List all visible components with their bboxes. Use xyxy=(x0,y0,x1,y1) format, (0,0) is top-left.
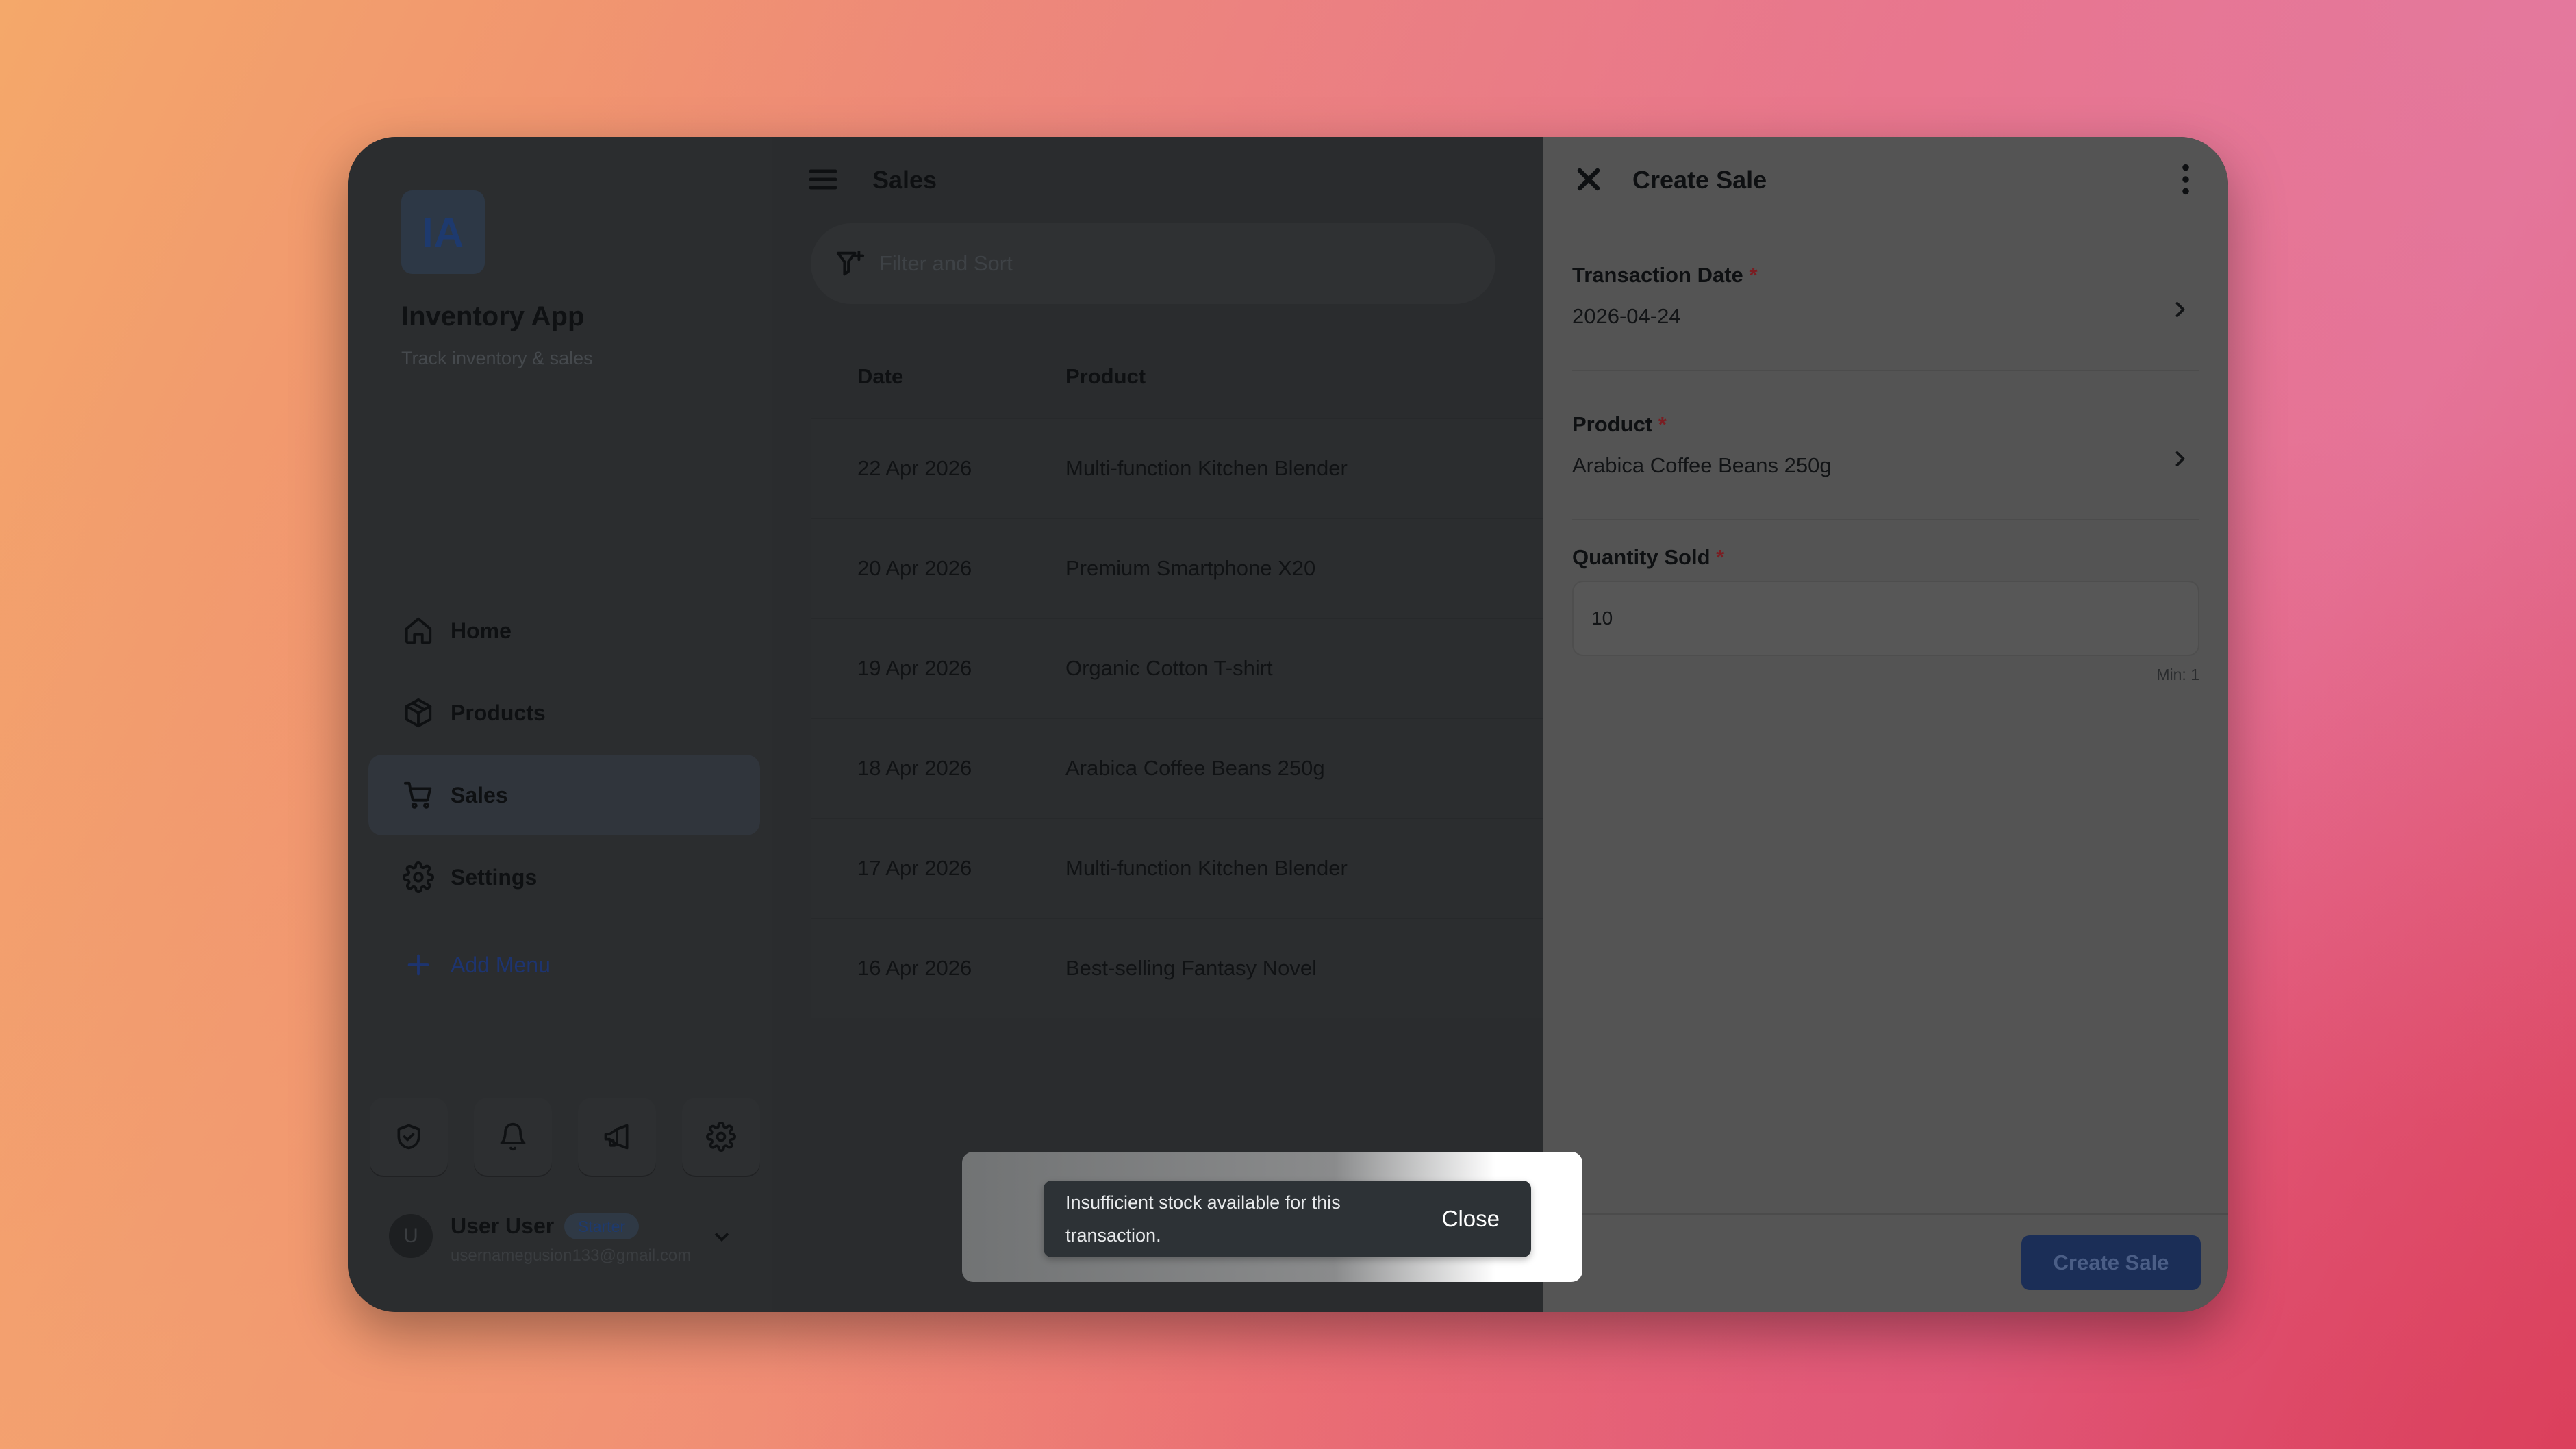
megaphone-icon xyxy=(604,1124,629,1150)
row-date: 16 Apr 2026 xyxy=(857,956,972,980)
avatar[interactable]: U xyxy=(389,1214,433,1258)
create-sale-button[interactable]: Create Sale xyxy=(2021,1235,2201,1290)
app-window: IA Inventory App Track inventory & sales… xyxy=(348,137,2228,1312)
required-mark: * xyxy=(1716,545,1725,569)
divider xyxy=(1572,370,2199,371)
page-title: Sales xyxy=(872,166,937,194)
snackbar-close-button[interactable]: Close xyxy=(1438,1181,1504,1257)
filter-input[interactable] xyxy=(878,251,1360,277)
app-name: Inventory App xyxy=(401,301,585,331)
error-snackbar: Insufficient stock available for this tr… xyxy=(1044,1181,1531,1257)
quantity-hint: Min: 1 xyxy=(2156,666,2199,683)
chevron-right-icon[interactable] xyxy=(2168,446,2193,471)
user-name: User User xyxy=(451,1213,555,1238)
menu-icon[interactable] xyxy=(807,163,839,196)
app-logo: IA xyxy=(401,190,485,274)
row-date: 17 Apr 2026 xyxy=(857,856,972,880)
box-icon xyxy=(401,696,435,730)
gear-icon xyxy=(401,860,435,894)
column-header-date[interactable]: Date xyxy=(811,364,1065,389)
product-field[interactable]: Arabica Coffee Beans 250g xyxy=(1572,453,1832,478)
sidebar-item-label: Home xyxy=(451,618,512,643)
sidebar-item-home[interactable]: Home xyxy=(368,590,760,671)
transaction-date-label-text: Transaction Date xyxy=(1572,263,1743,287)
row-date: 22 Apr 2026 xyxy=(857,456,972,480)
snackbar-message: Insufficient stock available for this tr… xyxy=(1065,1192,1341,1246)
sidebar-item-label: Products xyxy=(451,700,546,725)
sidebar-item-products[interactable]: Products xyxy=(368,672,760,753)
filter-icon xyxy=(836,250,865,276)
add-menu-label: Add Menu xyxy=(451,952,551,977)
transaction-date-field[interactable]: 2026-04-24 xyxy=(1572,304,1681,329)
shield-check-icon xyxy=(397,1124,420,1150)
create-sale-panel: Create Sale Transaction Date * 2026-04-2… xyxy=(1543,137,2228,1312)
transaction-date-label: Transaction Date * xyxy=(1572,263,1758,288)
divider xyxy=(1572,519,2199,520)
notifications-button[interactable] xyxy=(474,1098,552,1176)
sidebar: IA Inventory App Track inventory & sales… xyxy=(348,137,772,1312)
bell-icon xyxy=(500,1122,526,1150)
sidebar-item-sales[interactable]: Sales xyxy=(368,755,760,835)
sidebar-item-label: Sales xyxy=(451,782,508,807)
quantity-input[interactable] xyxy=(1572,581,2199,656)
required-mark: * xyxy=(1658,412,1667,436)
plus-icon xyxy=(401,948,435,982)
home-icon xyxy=(401,614,435,648)
quantity-label: Quantity Sold * xyxy=(1572,545,1724,570)
settings-button[interactable] xyxy=(682,1098,760,1176)
more-vertical-icon[interactable] xyxy=(2172,162,2199,197)
close-icon[interactable] xyxy=(1571,162,1606,197)
cart-icon xyxy=(401,778,435,812)
user-email: usernamegusion133@gmail.com xyxy=(451,1246,692,1265)
filter-bar[interactable] xyxy=(811,223,1495,304)
sidebar-item-settings[interactable]: Settings xyxy=(368,837,760,918)
app-subtitle: Track inventory & sales xyxy=(401,348,593,368)
required-mark: * xyxy=(1749,263,1758,287)
plan-badge: Starter xyxy=(564,1213,640,1239)
security-button[interactable] xyxy=(370,1098,448,1176)
row-date: 20 Apr 2026 xyxy=(857,556,972,580)
panel-title: Create Sale xyxy=(1632,166,1767,194)
gear-icon xyxy=(706,1122,736,1152)
product-label-text: Product xyxy=(1572,412,1653,436)
row-date: 18 Apr 2026 xyxy=(857,756,972,780)
product-label: Product * xyxy=(1572,412,1667,437)
announcements-button[interactable] xyxy=(578,1098,656,1176)
row-date: 19 Apr 2026 xyxy=(857,656,972,680)
quantity-label-text: Quantity Sold xyxy=(1572,545,1710,569)
add-menu-button[interactable]: Add Menu xyxy=(368,924,760,1005)
sidebar-item-label: Settings xyxy=(451,864,538,890)
chevron-down-icon[interactable] xyxy=(709,1224,734,1249)
chevron-right-icon[interactable] xyxy=(2168,297,2193,322)
